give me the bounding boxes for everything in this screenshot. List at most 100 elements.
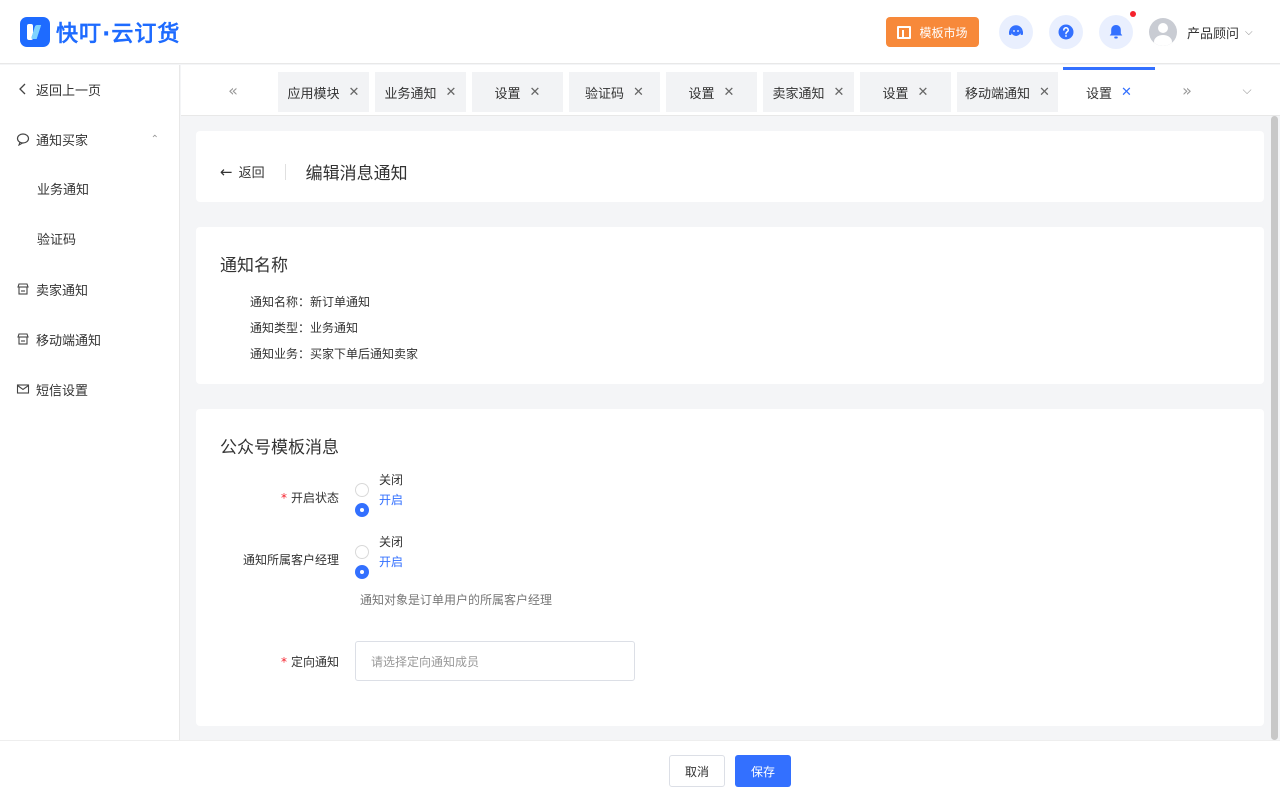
required-mark: * xyxy=(280,655,287,669)
required-mark: * xyxy=(280,491,287,505)
template-message-card: 公众号模板消息 * 开启状态 关闭 开启 通知所属客户经理 关闭 开启 通知对象是… xyxy=(196,409,1264,726)
template-icon xyxy=(897,25,912,39)
tab-label: 卖家通知 xyxy=(772,86,825,102)
tabs-scroll-left-button[interactable]: « xyxy=(213,65,253,115)
sidebar-item-label: 通知买家 xyxy=(36,133,89,149)
footer-bar: 取消 保存 xyxy=(0,740,1280,800)
app-logo[interactable]: 快叮·云订货 xyxy=(20,16,180,48)
tab-label: 业务通知 xyxy=(384,86,437,102)
info-value: 业务通知 xyxy=(310,321,359,335)
sidebar-back-label: 返回上一页 xyxy=(36,83,102,99)
chevron-down-icon: ⌵ xyxy=(1242,82,1252,97)
tab-label: 移动端通知 xyxy=(965,86,1031,102)
radio-circle xyxy=(355,564,369,579)
tab-bar: « 应用模块 ✕ 业务通知 ✕ 设置 ✕ 验证码 ✕ 设置 ✕ 卖家通知 ✕ 设置 ✕ 移动端… xyxy=(181,65,1280,116)
status-on-radio[interactable]: 开启 xyxy=(355,493,403,518)
template-market-button[interactable]: 模板市场 xyxy=(886,17,979,47)
divider xyxy=(284,163,286,180)
radio-label: 开启 xyxy=(379,555,404,569)
section-title: 通知名称 xyxy=(220,256,288,276)
save-button[interactable]: 保存 xyxy=(735,755,791,787)
logo-mark-icon xyxy=(20,17,50,47)
tab-seller-notice[interactable]: 卖家通知 ✕ xyxy=(763,72,854,112)
sidebar-item-business-notice[interactable]: 业务通知 xyxy=(0,168,179,208)
tabs-dropdown-button[interactable]: ⌵ xyxy=(1227,65,1267,115)
radio-circle xyxy=(355,502,369,517)
manager-hint: 通知对象是订单用户的所属客户经理 xyxy=(360,593,553,607)
user-name: 产品顾问 xyxy=(1187,26,1240,42)
page-header-card: ← 返回 编辑消息通知 xyxy=(196,131,1264,202)
tab-label: 设置 xyxy=(1086,87,1113,102)
sidebar-item-seller-notice[interactable]: 卖家通知 xyxy=(0,269,179,309)
close-icon[interactable]: ✕ xyxy=(1039,85,1050,100)
close-icon[interactable]: ✕ xyxy=(446,85,457,100)
sidebar-item-sms-settings[interactable]: 短信设置 xyxy=(0,369,179,409)
chevron-down-icon: ⌵ xyxy=(1245,26,1253,38)
tab-label: 设置 xyxy=(882,86,909,102)
close-icon[interactable]: ✕ xyxy=(633,85,644,100)
info-label: 通知业务： xyxy=(250,347,311,361)
sidebar-item-label: 验证码 xyxy=(37,232,77,248)
double-chevron-right-icon: » xyxy=(1182,80,1192,100)
info-row-type: 通知类型：业务通知 xyxy=(250,319,358,336)
close-icon[interactable]: ✕ xyxy=(530,85,541,100)
top-header: 快叮·云订货 模板市场 产品顾问 ⌵ xyxy=(0,0,1280,64)
tab-label: 应用模块 xyxy=(287,86,340,102)
select-placeholder: 请选择定向通知成员 xyxy=(371,654,480,669)
sidebar-item-mobile-notice[interactable]: 移动端通知 xyxy=(0,319,179,359)
radio-label: 开启 xyxy=(379,493,404,507)
radio-label: 关闭 xyxy=(379,535,404,549)
tab-mobile-notice[interactable]: 移动端通知 ✕ xyxy=(957,72,1058,112)
info-row-name: 通知名称：新订单通知 xyxy=(250,293,370,310)
mail-icon xyxy=(16,382,30,396)
sidebar-item-notify-buyer[interactable]: 通知买家 ⌃ xyxy=(0,119,179,159)
tab-app-modules[interactable]: 应用模块 ✕ xyxy=(278,72,369,112)
support-button[interactable] xyxy=(999,15,1033,49)
info-label: 通知名称： xyxy=(250,295,311,309)
tab-settings-1[interactable]: 设置 ✕ xyxy=(472,72,563,112)
user-menu[interactable]: 产品顾问 ⌵ xyxy=(1149,18,1253,46)
store-icon xyxy=(16,332,30,346)
notification-info-card: 通知名称 通知名称：新订单通知 通知类型：业务通知 通知业务：买家下单后通知卖家 xyxy=(196,227,1264,384)
chevron-up-icon: ⌃ xyxy=(150,133,159,145)
bell-icon xyxy=(1109,25,1123,39)
help-button[interactable] xyxy=(1049,15,1083,49)
chat-icon xyxy=(16,132,30,146)
radio-circle xyxy=(355,544,369,559)
info-value: 买家下单后通知卖家 xyxy=(310,347,419,361)
notification-badge xyxy=(1130,11,1136,17)
sidebar-back[interactable]: 返回上一页 xyxy=(0,69,179,109)
close-icon[interactable]: ✕ xyxy=(349,85,360,100)
close-icon[interactable]: ✕ xyxy=(918,85,929,100)
tabs-scroll-right-button[interactable]: » xyxy=(1167,65,1207,115)
tab-business-notice[interactable]: 业务通知 ✕ xyxy=(375,72,466,112)
close-icon[interactable]: ✕ xyxy=(1121,85,1132,100)
sidebar-item-verification-code[interactable]: 验证码 xyxy=(0,218,179,258)
notification-button[interactable] xyxy=(1099,15,1133,49)
sidebar-item-label: 短信设置 xyxy=(36,383,89,399)
cancel-button[interactable]: 取消 xyxy=(669,755,725,787)
store-icon xyxy=(16,282,30,296)
tab-verification-code[interactable]: 验证码 ✕ xyxy=(569,72,660,112)
status-label-text: 开启状态 xyxy=(290,491,339,505)
sidebar-item-label: 卖家通知 xyxy=(36,283,89,299)
tab-label: 验证码 xyxy=(585,86,625,102)
close-icon[interactable]: ✕ xyxy=(834,85,845,100)
close-icon[interactable]: ✕ xyxy=(724,85,735,100)
headset-icon xyxy=(1009,25,1023,36)
chevron-left-icon xyxy=(16,82,30,96)
sidebar-item-label: 移动端通知 xyxy=(36,333,102,349)
main-scrollbar[interactable] xyxy=(1271,116,1278,740)
tab-settings-3[interactable]: 设置 ✕ xyxy=(860,72,951,112)
radio-circle xyxy=(355,482,369,497)
back-button[interactable]: ← 返回 xyxy=(220,162,265,182)
manager-on-radio[interactable]: 开启 xyxy=(355,555,403,580)
tab-label: 设置 xyxy=(494,86,521,102)
arrow-left-icon: ← xyxy=(220,162,233,181)
template-market-label: 模板市场 xyxy=(919,25,968,40)
double-chevron-left-icon: « xyxy=(228,80,238,100)
tab-settings-2[interactable]: 设置 ✕ xyxy=(666,72,757,112)
radio-label: 关闭 xyxy=(379,473,404,487)
tab-settings-active[interactable]: 设置 ✕ xyxy=(1063,67,1155,115)
directed-members-select[interactable]: 请选择定向通知成员 xyxy=(355,641,635,681)
